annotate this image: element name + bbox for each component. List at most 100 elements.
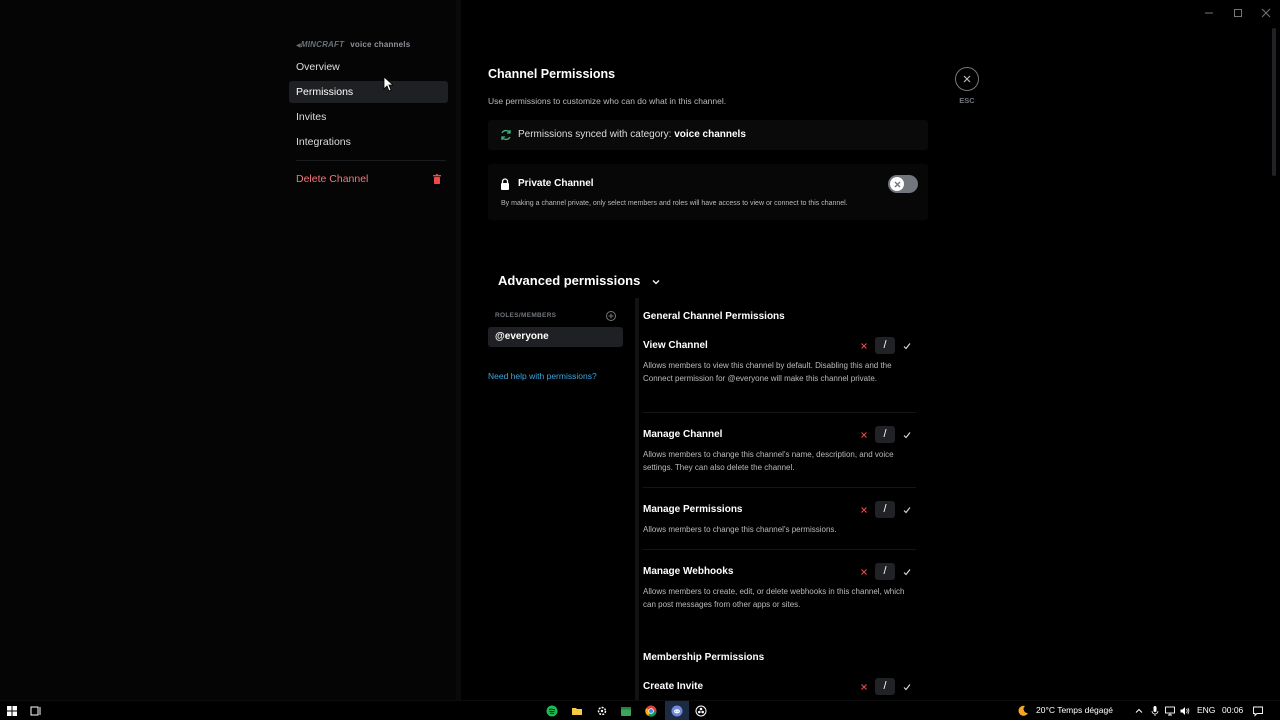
task-view-icon[interactable] [30, 705, 42, 717]
permission-tristate: / [855, 678, 915, 696]
allow-check-icon[interactable] [901, 429, 913, 441]
sidebar-item-label: Overview [296, 61, 340, 73]
permission-name: Manage Webhooks [643, 566, 734, 577]
permission-name: Create Invite [643, 681, 704, 692]
allow-check-icon[interactable] [901, 681, 913, 693]
permission-tristate: / [855, 501, 915, 519]
permission-tristate: / [855, 563, 915, 581]
moon-weather-icon [1018, 705, 1028, 716]
deny-x-icon[interactable] [858, 566, 870, 578]
scrollbar[interactable] [1272, 28, 1276, 176]
sidebar-item-label: Integrations [296, 136, 351, 148]
sync-notice: Permissions synced with category: voice … [488, 120, 928, 150]
server-name: MINCRAFT [296, 40, 344, 49]
deny-x-icon[interactable] [858, 340, 870, 352]
close-icon [963, 75, 971, 83]
private-channel-card: Private Channel By making a channel priv… [488, 164, 928, 220]
lock-icon [501, 178, 509, 190]
file-explorer-icon[interactable] [571, 705, 583, 717]
neutral-button[interactable]: / [875, 337, 895, 354]
private-channel-toggle[interactable] [888, 175, 918, 193]
weather-text: 20°C Temps dégagé [1036, 705, 1113, 715]
windows-start-icon[interactable] [6, 705, 18, 717]
sidebar-item-label: Invites [296, 111, 327, 123]
deny-x-icon[interactable] [858, 681, 870, 693]
chevron-up-icon[interactable] [1133, 705, 1145, 717]
sidebar-item-integrations[interactable]: Integrations [289, 131, 448, 153]
permission-description: Allows members to create, edit, or delet… [643, 587, 905, 610]
neutral-button[interactable]: / [875, 563, 895, 580]
discord-icon[interactable] [671, 705, 683, 717]
permission-tristate: / [855, 426, 915, 444]
network-icon[interactable] [1164, 705, 1176, 717]
notification-icon[interactable] [1252, 705, 1264, 717]
permission-name: Manage Channel [643, 429, 723, 440]
sidebar-divider [456, 0, 461, 700]
delete-channel-button[interactable]: Delete Channel [289, 168, 448, 190]
spotify-icon[interactable] [546, 705, 558, 717]
neutral-button[interactable]: / [875, 501, 895, 518]
mouse-cursor-icon [383, 76, 393, 92]
roles-panel-divider [635, 298, 639, 700]
clock[interactable]: 00:06 [1222, 705, 1243, 715]
permission-tristate: / [855, 337, 915, 355]
permission-description: Allows members to view this channel by d… [643, 361, 892, 384]
sync-icon [501, 129, 511, 141]
section-title: General Channel Permissions [643, 311, 785, 322]
maximize-icon[interactable] [1232, 7, 1244, 19]
sidebar-separator [296, 160, 446, 161]
close-settings-button[interactable] [955, 67, 979, 91]
page-title: Channel Permissions [488, 67, 616, 81]
deny-x-icon[interactable] [858, 429, 870, 441]
permission-separator [643, 412, 916, 413]
esc-label: ESC [959, 96, 975, 105]
permission-name: Manage Permissions [643, 504, 743, 515]
trash-icon [433, 174, 441, 184]
toggle-off-x-icon [894, 181, 900, 187]
allow-check-icon[interactable] [901, 566, 913, 578]
window-close-icon[interactable] [1260, 7, 1272, 19]
volume-icon[interactable] [1179, 705, 1191, 717]
page-subtitle: Use permissions to customize who can do … [488, 96, 727, 106]
toggle-knob [890, 177, 904, 191]
minimize-icon[interactable] [1203, 7, 1215, 19]
neutral-button[interactable]: / [875, 426, 895, 443]
role-everyone[interactable]: @everyone [488, 327, 623, 347]
sync-category: voice channels [674, 129, 746, 140]
sync-label: Permissions synced with category: [518, 129, 672, 140]
microphone-icon[interactable] [1149, 705, 1161, 717]
permission-separator [643, 549, 916, 550]
add-circle-icon [608, 313, 614, 319]
settings-gear-icon[interactable] [596, 705, 608, 717]
sidebar-item-invites[interactable]: Invites [289, 106, 448, 128]
delete-channel-label: Delete Channel [296, 173, 369, 185]
neutral-button[interactable]: / [875, 678, 895, 695]
private-channel-title: Private Channel [518, 178, 594, 189]
sidebar-header: MINCRAFT voice channels [296, 40, 410, 49]
calendar-app-icon[interactable] [620, 705, 632, 717]
chrome-icon[interactable] [645, 705, 657, 717]
section-title: Membership Permissions [643, 652, 765, 663]
permission-description: Allows members to change this channel's … [643, 450, 894, 473]
permission-separator [643, 487, 916, 488]
help-permissions-link[interactable]: Need help with permissions? [488, 371, 597, 381]
sidebar-item-permissions[interactable]: Permissions [289, 81, 448, 103]
permission-description: Allows members to change this channel's … [643, 525, 837, 534]
deny-x-icon[interactable] [858, 504, 870, 516]
add-role-button[interactable] [606, 311, 616, 321]
windows-taskbar: 20°C Temps dégagé ENG 00:06 [0, 700, 1280, 720]
obs-icon[interactable] [695, 705, 707, 717]
chevron-down-icon[interactable] [651, 278, 661, 286]
sidebar-item-overview[interactable]: Overview [289, 56, 448, 78]
language-indicator[interactable]: ENG [1197, 705, 1215, 715]
sidebar-item-label: Permissions [296, 86, 354, 98]
roles-members-label: ROLES/MEMBERS [495, 312, 557, 319]
sync-text: Permissions synced with category: voice … [518, 129, 746, 140]
category-name: voice channels [350, 40, 411, 49]
settings-sidebar [0, 0, 460, 700]
advanced-permissions-toggle[interactable]: Advanced permissions [498, 273, 640, 288]
private-channel-description: By making a channel private, only select… [501, 200, 848, 207]
permission-name: View Channel [643, 340, 708, 351]
allow-check-icon[interactable] [901, 504, 913, 516]
allow-check-icon[interactable] [901, 340, 913, 352]
